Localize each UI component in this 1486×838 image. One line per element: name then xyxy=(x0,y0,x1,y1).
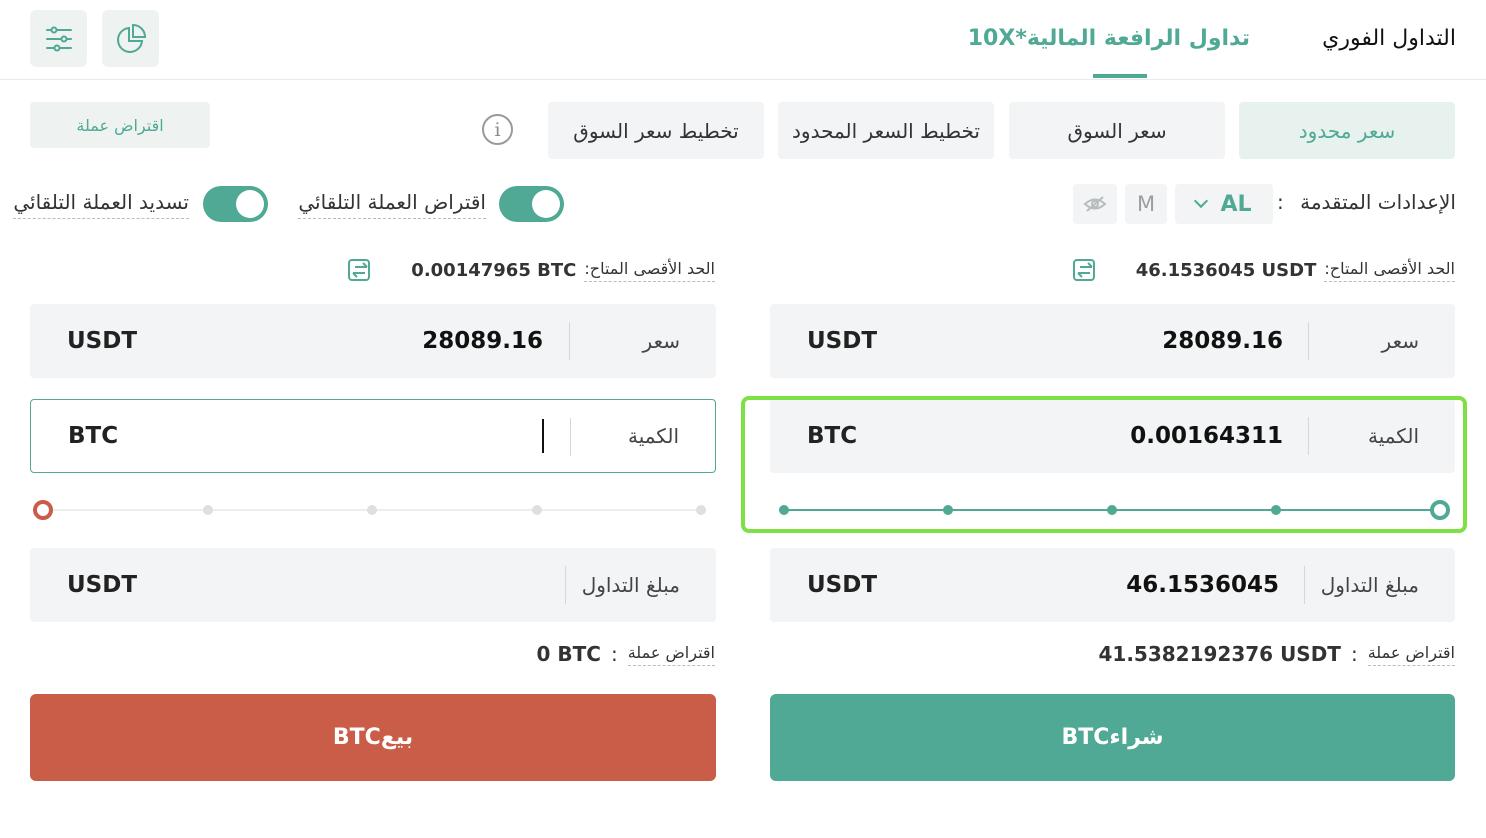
slider-step-dot[interactable] xyxy=(696,505,706,515)
slider-step-dot[interactable] xyxy=(943,505,953,515)
sell-amount-unit: USDT xyxy=(67,572,138,598)
separator xyxy=(569,322,570,360)
mode-m-label: M xyxy=(1136,192,1156,216)
mode-m-button[interactable]: M xyxy=(1125,184,1167,224)
info-icon[interactable]: i xyxy=(482,114,513,145)
text-cursor xyxy=(542,419,544,453)
sell-max-value: 0.00147965 BTC xyxy=(411,260,577,281)
buy-button[interactable]: شراءBTC xyxy=(770,694,1455,781)
header-divider xyxy=(0,79,1486,80)
buy-price-value[interactable]: 28089.16 xyxy=(1162,328,1283,354)
slider-step-dot[interactable] xyxy=(1271,505,1281,515)
mode-value: AL xyxy=(1220,191,1252,217)
slider-handle[interactable] xyxy=(33,500,53,520)
separator xyxy=(1304,566,1305,604)
tab-market-price[interactable]: سعر السوق xyxy=(1009,102,1225,159)
buy-max-available: الحد الأقصى المتاح: 46.1536045 USDT xyxy=(1136,259,1455,282)
tab-margin-trading[interactable]: تداول الرافعة المالية*10X xyxy=(968,26,1250,51)
slider-step-dot[interactable] xyxy=(367,505,377,515)
sell-max-label: الحد الأقصى المتاح: xyxy=(584,259,715,282)
separator xyxy=(565,566,566,604)
tab-market-plan[interactable]: تخطيط سعر السوق xyxy=(548,102,764,159)
buy-amount-unit: USDT xyxy=(807,572,878,598)
tab-limit-plan[interactable]: تخطيط السعر المحدود xyxy=(778,102,994,159)
buy-amount-label: مبلغ التداول xyxy=(1320,573,1419,597)
eye-off-icon xyxy=(1083,196,1107,212)
sell-amount-label: مبلغ التداول xyxy=(581,573,680,597)
advanced-settings: الإعدادات المتقدمة : xyxy=(1276,190,1456,214)
sell-price-unit: USDT xyxy=(67,328,138,354)
sell-price-value[interactable]: 28089.16 xyxy=(422,328,543,354)
buy-borrow-value: 41.5382192376 USDT xyxy=(1098,642,1341,666)
slider-handle[interactable] xyxy=(1430,500,1450,520)
sell-borrow-label: اقتراض عملة xyxy=(627,643,715,666)
sell-quantity-label: الكمية xyxy=(627,424,679,448)
sell-quantity-field[interactable]: الكمية BTC xyxy=(30,399,716,473)
sell-button[interactable]: بيعBTC xyxy=(30,694,716,781)
auto-repay-toggle[interactable] xyxy=(203,186,268,222)
slider-step-dot[interactable] xyxy=(779,505,789,515)
chevron-down-icon xyxy=(1194,193,1209,209)
sell-price-field[interactable]: سعر 28089.16 USDT xyxy=(30,304,716,378)
separator xyxy=(570,418,571,456)
auto-borrow-toggle[interactable] xyxy=(499,186,564,222)
highlight-box xyxy=(741,396,1467,533)
buy-price-unit: USDT xyxy=(807,328,878,354)
tab-spot-trading[interactable]: التداول الفوري xyxy=(1322,26,1456,51)
filter-settings-button[interactable] xyxy=(30,10,87,67)
buy-max-label: الحد الأقصى المتاح: xyxy=(1324,259,1455,282)
sell-price-label: سعر xyxy=(642,329,680,353)
sell-borrow-value: 0 BTC xyxy=(536,642,601,666)
buy-borrow-row: اقتراض عملة : 41.5382192376 USDT xyxy=(1098,642,1455,666)
buy-borrow-label: اقتراض عملة xyxy=(1367,643,1455,666)
buy-price-field[interactable]: سعر 28089.16 USDT xyxy=(770,304,1455,378)
slider-step-dot[interactable] xyxy=(202,505,213,515)
buy-amount-field[interactable]: مبلغ التداول 46.1536045 USDT xyxy=(770,548,1455,622)
advanced-settings-label: الإعدادات المتقدمة xyxy=(1300,190,1456,214)
sliders-icon xyxy=(45,26,72,51)
sell-quantity-unit: BTC xyxy=(68,423,119,449)
borrow-coin-button[interactable]: اقتراض عملة xyxy=(30,102,210,148)
active-tab-indicator xyxy=(1093,74,1147,78)
slider-step-dot[interactable] xyxy=(1107,505,1117,515)
chart-view-button[interactable] xyxy=(102,10,159,67)
pie-chart-icon xyxy=(116,23,146,53)
auto-repay-label: تسديد العملة التلقائي xyxy=(13,190,189,219)
buy-price-label: سعر xyxy=(1381,329,1419,353)
sell-max-available: الحد الأقصى المتاح: 0.00147965 BTC xyxy=(411,259,715,282)
buy-amount-value[interactable]: 46.1536045 xyxy=(1126,572,1279,598)
sell-borrow-row: اقتراض عملة : 0 BTC xyxy=(536,642,715,666)
transfer-icon[interactable] xyxy=(1072,258,1098,282)
slider-step-dot[interactable] xyxy=(531,505,542,515)
tab-limit-price[interactable]: سعر محدود xyxy=(1239,102,1455,159)
separator xyxy=(1308,322,1309,360)
transfer-icon[interactable] xyxy=(347,258,373,282)
auto-borrow-label: اقتراض العملة التلقائي xyxy=(298,190,486,219)
buy-max-value: 46.1536045 USDT xyxy=(1135,260,1317,281)
mode-select[interactable]: AL xyxy=(1175,184,1273,224)
hide-button[interactable] xyxy=(1073,184,1117,224)
sell-amount-field[interactable]: مبلغ التداول USDT xyxy=(30,548,716,622)
